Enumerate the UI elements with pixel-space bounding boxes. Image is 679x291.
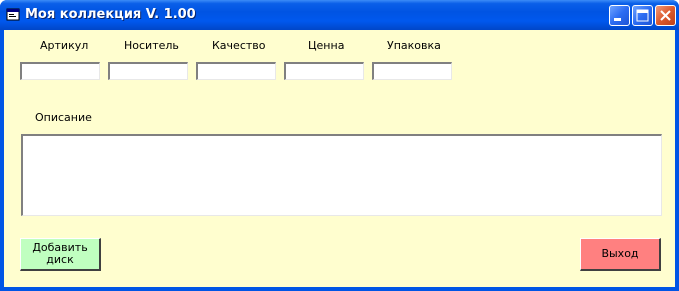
add-disc-button[interactable]: Добавить диск — [20, 238, 101, 271]
label-article: Артикул — [40, 39, 89, 52]
description-textarea[interactable] — [21, 134, 662, 216]
medium-input[interactable] — [108, 62, 188, 80]
minimize-button[interactable] — [609, 5, 630, 26]
minimize-icon — [614, 18, 621, 21]
price-input[interactable] — [284, 62, 364, 80]
label-quality: Качество — [212, 39, 266, 52]
label-price: Ценна — [308, 39, 345, 52]
close-icon — [660, 10, 671, 21]
maximize-button[interactable] — [632, 5, 653, 26]
window-title: Моя коллекция V. 1.00 — [25, 7, 196, 22]
app-window: Моя коллекция V. 1.00 Артикул Носитель К… — [0, 0, 679, 291]
form-client-area: Артикул Носитель Качество Ценна Упаковка… — [4, 30, 675, 287]
exit-button-label: Выход — [601, 247, 639, 260]
add-disc-button-label: Добавить диск — [32, 241, 88, 266]
article-input[interactable] — [20, 62, 100, 80]
title-bar[interactable]: Моя коллекция V. 1.00 — [0, 0, 679, 30]
quality-input[interactable] — [196, 62, 276, 80]
maximize-icon — [636, 9, 649, 22]
close-button[interactable] — [655, 5, 676, 26]
label-medium: Носитель — [124, 39, 179, 52]
packaging-input[interactable] — [372, 62, 452, 80]
label-packaging: Упаковка — [387, 39, 441, 52]
label-description: Описание — [35, 111, 92, 124]
exit-button[interactable]: Выход — [580, 238, 661, 271]
app-icon — [6, 8, 20, 21]
